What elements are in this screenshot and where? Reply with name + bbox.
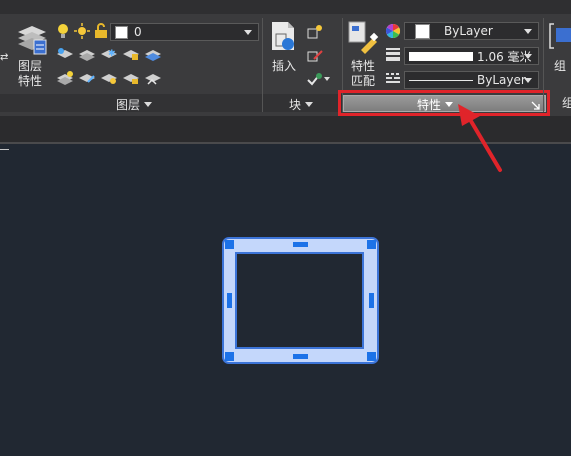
lineweight-icon[interactable] bbox=[386, 47, 400, 64]
midpoint-grip[interactable] bbox=[369, 293, 374, 308]
match-properties-label-line2: 匹配 bbox=[350, 74, 375, 88]
layer-tool-7-icon[interactable] bbox=[78, 70, 96, 89]
caret-down-icon bbox=[144, 101, 153, 107]
color-swatch bbox=[415, 23, 430, 39]
color-dropdown[interactable]: ByLayer bbox=[404, 22, 539, 40]
layer-properties-icon[interactable] bbox=[16, 18, 48, 56]
layer-tool-6-icon[interactable] bbox=[56, 70, 74, 89]
linetype-dropdown[interactable]: ByLayer bbox=[404, 71, 539, 89]
layer-properties-label-line1: 图层 bbox=[17, 59, 42, 73]
linetype-icon[interactable] bbox=[386, 72, 400, 87]
chevron-down-icon bbox=[244, 30, 252, 35]
chevron-down-icon bbox=[524, 78, 532, 83]
corner-grip[interactable] bbox=[225, 352, 234, 361]
layer-tool-1-icon[interactable] bbox=[56, 46, 74, 65]
block-panel-title-text: 块 bbox=[289, 97, 302, 112]
caret-down-icon bbox=[305, 101, 314, 107]
panel-separator bbox=[543, 18, 544, 112]
layer-tool-8-icon[interactable] bbox=[100, 70, 118, 89]
layer-properties-label-line2: 特性 bbox=[17, 74, 42, 88]
midpoint-grip[interactable] bbox=[293, 354, 308, 359]
color-wheel-icon[interactable] bbox=[385, 23, 401, 42]
chevron-down-icon bbox=[524, 54, 532, 59]
lightbulb-icon[interactable] bbox=[56, 23, 70, 42]
layer-dropdown[interactable]: 0 bbox=[110, 23, 259, 41]
create-block-icon[interactable] bbox=[306, 24, 324, 43]
layers-panel-title[interactable]: 图层 bbox=[116, 96, 153, 112]
layer-properties-label[interactable]: 图层 特性 bbox=[12, 59, 48, 89]
midpoint-grip[interactable] bbox=[227, 293, 232, 308]
layer-tool-9-icon[interactable] bbox=[122, 70, 140, 89]
properties-highlight-box bbox=[338, 90, 550, 116]
annotation-arrow-icon bbox=[452, 102, 512, 181]
group-panel-title-partial[interactable]: 组 bbox=[562, 96, 571, 111]
svg-text:✱: ✱ bbox=[108, 49, 116, 59]
group-label[interactable]: 组 bbox=[554, 59, 571, 74]
block-panel-title[interactable]: 块 bbox=[289, 96, 314, 112]
layer-tool-3-icon[interactable]: ✱ bbox=[100, 46, 118, 65]
left-edge-glyph: ⇄ bbox=[0, 52, 9, 63]
lineweight-dropdown[interactable]: 1.06 毫米 bbox=[404, 47, 539, 65]
corner-grip[interactable] bbox=[367, 352, 376, 361]
group-icon[interactable] bbox=[548, 22, 571, 59]
midpoint-grip[interactable] bbox=[293, 242, 308, 247]
layer-tool-5-icon[interactable] bbox=[144, 46, 162, 65]
linetype-value: ByLayer bbox=[477, 73, 526, 87]
layers-panel-title-text: 图层 bbox=[116, 97, 141, 112]
layer-color-swatch bbox=[115, 25, 128, 39]
ribbon-tab-strip bbox=[0, 0, 571, 14]
corner-grip[interactable] bbox=[225, 240, 234, 249]
insert-label[interactable]: 插入 bbox=[266, 59, 302, 74]
chevron-down-icon bbox=[524, 29, 532, 34]
block-attribute-icon[interactable] bbox=[306, 70, 330, 89]
edit-block-icon[interactable] bbox=[306, 47, 324, 66]
lineweight-sample bbox=[409, 51, 473, 61]
layer-tool-10-icon[interactable] bbox=[144, 70, 162, 89]
linetype-sample bbox=[409, 79, 473, 81]
color-value: ByLayer bbox=[444, 24, 493, 38]
sun-icon[interactable] bbox=[74, 23, 90, 42]
unlock-icon[interactable] bbox=[94, 23, 108, 42]
selected-rectangle-inner[interactable] bbox=[235, 252, 364, 349]
layer-tool-4-icon[interactable] bbox=[122, 46, 140, 65]
match-properties-label-line1: 特性 bbox=[350, 59, 375, 73]
current-layer-name: 0 bbox=[134, 25, 142, 39]
insert-block-icon[interactable] bbox=[268, 20, 300, 59]
match-properties-label[interactable]: 特性 匹配 bbox=[345, 59, 381, 89]
corner-grip[interactable] bbox=[367, 240, 376, 249]
layer-tool-2-icon[interactable] bbox=[78, 46, 96, 65]
crosshair-tick bbox=[0, 149, 9, 150]
match-properties-icon[interactable] bbox=[347, 20, 381, 59]
